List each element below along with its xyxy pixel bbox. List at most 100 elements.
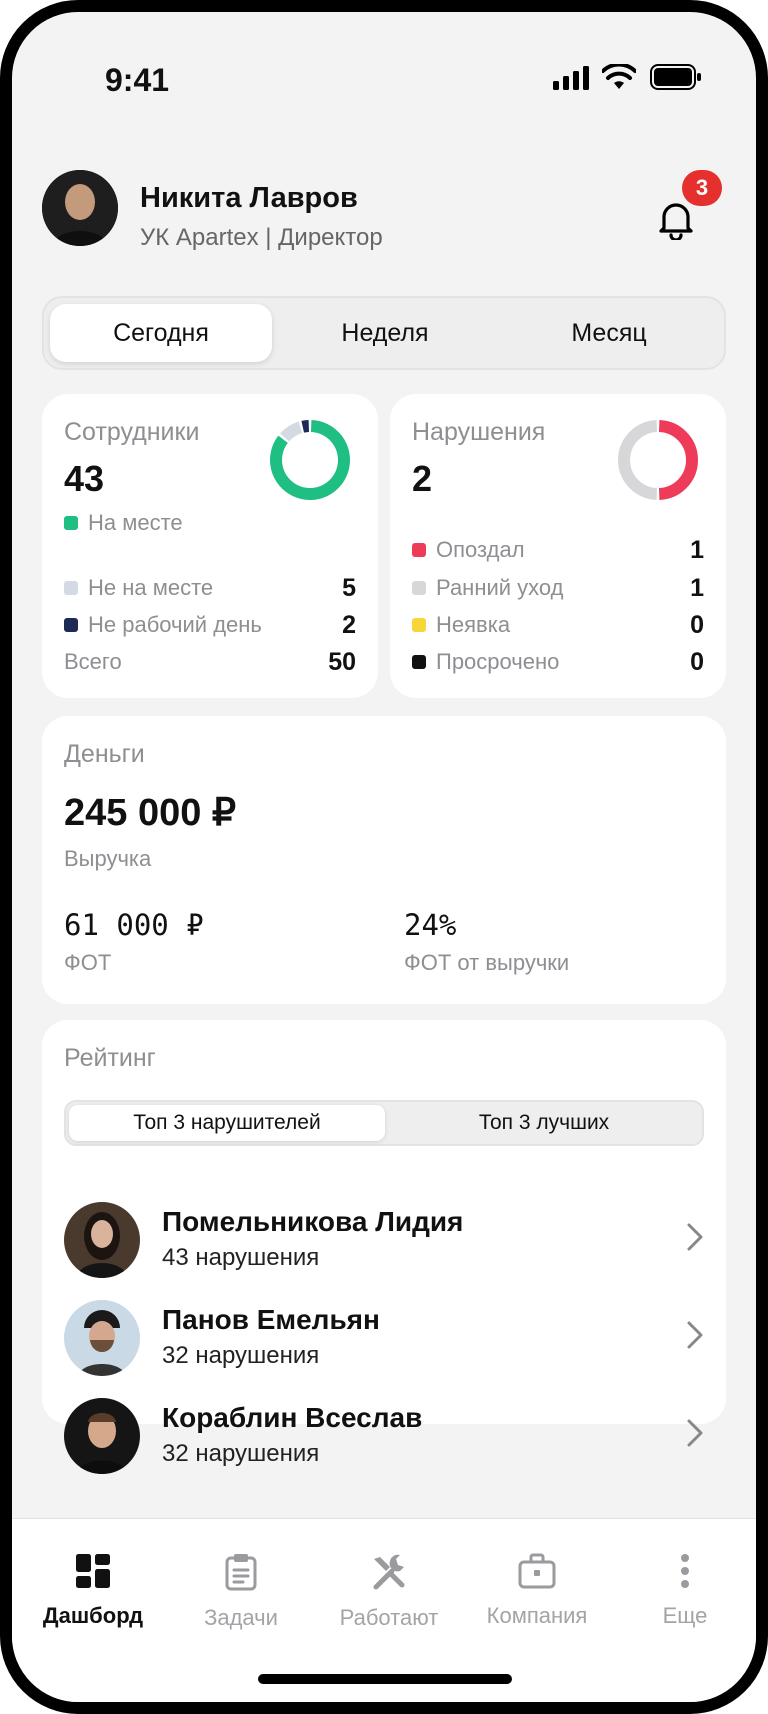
- revenue-label: Выручка: [64, 846, 152, 871]
- tab-today[interactable]: Сегодня: [50, 304, 272, 362]
- absent-value: 5: [342, 574, 356, 602]
- revenue-value: 245 000 ₽: [64, 792, 237, 834]
- status-time: 9:41: [105, 62, 170, 98]
- payroll-value: 61 000 ₽: [64, 908, 204, 942]
- nav-working-label: Работают: [339, 1605, 439, 1630]
- briefcase-icon: [518, 1553, 556, 1589]
- nav-tasks[interactable]: Задачи: [166, 1553, 316, 1631]
- total-value: 50: [328, 648, 356, 676]
- rating-title: Рейтинг: [64, 1044, 156, 1072]
- person-name: Кораблин Всеслав: [162, 1402, 423, 1433]
- violation-late: Опоздал: [412, 537, 525, 563]
- employees-title: Сотрудники: [64, 418, 200, 446]
- battery-icon: [650, 64, 702, 95]
- rating-person-row[interactable]: Панов Емельян 32 нарушения: [64, 1300, 704, 1380]
- violations-donut-segment-early-leave: [618, 420, 658, 500]
- tools-icon: [373, 1554, 405, 1590]
- home-indicator[interactable]: [258, 1674, 512, 1684]
- dayoff-label: Не рабочий день: [88, 612, 262, 637]
- bell-icon: [659, 203, 693, 240]
- overdue-value: 0: [690, 648, 704, 676]
- nav-tasks-label: Задачи: [204, 1605, 278, 1630]
- violations-count: 2: [412, 458, 433, 499]
- employees-count: 43: [64, 458, 105, 499]
- user-avatar[interactable]: [42, 170, 118, 246]
- payroll-label: ФОТ: [64, 950, 112, 975]
- person-count: 32 нарушения: [162, 1342, 320, 1369]
- absent-label: Не на месте: [88, 575, 214, 600]
- present-color-dot: [64, 516, 78, 530]
- employees-dayoff: Не рабочий день: [64, 612, 262, 638]
- person-count: 43 нарушения: [162, 1244, 320, 1271]
- chevron-right-icon: [687, 1419, 703, 1447]
- rating-tabs: Топ 3 нарушителей Топ 3 лучших: [64, 1100, 704, 1146]
- violations-title: Нарушения: [412, 418, 546, 446]
- nav-dashboard[interactable]: Дашборд: [18, 1553, 168, 1629]
- rating-person-row[interactable]: Кораблин Всеслав 32 нарушения: [64, 1398, 704, 1478]
- violation-overdue: Просрочено: [412, 649, 559, 675]
- employees-donut: [268, 418, 352, 507]
- notification-badge: 3: [682, 170, 722, 206]
- rating-person-row[interactable]: Помельникова Лидия 43 нарушения: [64, 1202, 704, 1282]
- tab-week[interactable]: Неделя: [274, 304, 496, 362]
- employees-donut-segment-day-off: [301, 420, 310, 433]
- early-value: 1: [690, 574, 704, 602]
- employees-card[interactable]: Сотрудники 43 На месте Не на месте 5 Не …: [42, 394, 378, 698]
- employees-donut-segment-absent: [280, 421, 303, 442]
- overdue-label: Просрочено: [436, 649, 560, 674]
- money-title: Деньги: [64, 740, 145, 768]
- user-subtitle: УК Apartex | Директор: [140, 224, 383, 251]
- rating-card: Рейтинг Топ 3 нарушителей Топ 3 лучших П…: [42, 1020, 726, 1474]
- phone-frame: 9:41 Никита Лавров УК Apartex | Директор…: [0, 0, 768, 1714]
- total-label: Всего: [64, 649, 122, 674]
- late-label: Опоздал: [436, 537, 525, 562]
- nav-company-label: Компания: [486, 1603, 588, 1628]
- tab-top-best[interactable]: Топ 3 лучших: [386, 1105, 702, 1141]
- absence-color-dot: [412, 618, 426, 632]
- chevron-right-icon: [687, 1223, 703, 1251]
- chevron-right-icon: [687, 1321, 703, 1349]
- person-name: Помельникова Лидия: [162, 1206, 464, 1237]
- violation-early: Ранний уход: [412, 575, 564, 601]
- employees-total: Всего: [64, 649, 122, 675]
- bottom-nav: Дашборд Задачи Работают Компания Еще: [12, 1518, 756, 1702]
- absent-color-dot: [64, 581, 78, 595]
- late-value: 1: [690, 536, 704, 564]
- nav-dashboard-label: Дашборд: [42, 1603, 144, 1628]
- money-card[interactable]: Деньги 245 000 ₽ Выручка 61 000 ₽ ФОТ 24…: [42, 716, 726, 1004]
- payroll-ratio-value: 24%: [404, 908, 457, 942]
- user-name: Никита Лавров: [140, 182, 358, 214]
- wifi-icon: [601, 62, 637, 95]
- tab-top-violators[interactable]: Топ 3 нарушителей: [69, 1105, 385, 1141]
- clipboard-icon: [225, 1554, 257, 1591]
- nav-company[interactable]: Компания: [462, 1553, 612, 1629]
- violations-donut-segment-late: [658, 420, 698, 500]
- violation-absence: Неявка: [412, 612, 510, 638]
- dayoff-value: 2: [342, 611, 356, 639]
- dayoff-color-dot: [64, 618, 78, 632]
- nav-working[interactable]: Работают: [314, 1553, 464, 1631]
- absence-value: 0: [690, 611, 704, 639]
- person-count: 32 нарушения: [162, 1440, 320, 1467]
- tab-month[interactable]: Месяц: [498, 304, 720, 362]
- nav-more[interactable]: Еще: [610, 1553, 756, 1629]
- avatar: [64, 1398, 140, 1474]
- period-tabs: Сегодня Неделя Месяц: [42, 296, 726, 370]
- overdue-color-dot: [412, 655, 426, 669]
- avatar: [64, 1202, 140, 1278]
- late-color-dot: [412, 543, 426, 557]
- absence-label: Неявка: [436, 612, 511, 637]
- payroll-ratio-label: ФОТ от выручки: [404, 950, 570, 975]
- nav-more-label: Еще: [662, 1603, 708, 1628]
- employees-present: На месте: [64, 510, 183, 536]
- violations-card[interactable]: Нарушения 2 Опоздал 1 Ранний уход 1 Неяв…: [390, 394, 726, 698]
- avatar: [64, 1300, 140, 1376]
- more-icon: [681, 1554, 689, 1588]
- dashboard-icon: [76, 1554, 110, 1588]
- employees-absent: Не на месте: [64, 575, 213, 601]
- present-label: На месте: [88, 510, 183, 535]
- violations-donut: [616, 418, 700, 507]
- early-color-dot: [412, 581, 426, 595]
- early-label: Ранний уход: [436, 575, 564, 600]
- person-name: Панов Емельян: [162, 1304, 380, 1335]
